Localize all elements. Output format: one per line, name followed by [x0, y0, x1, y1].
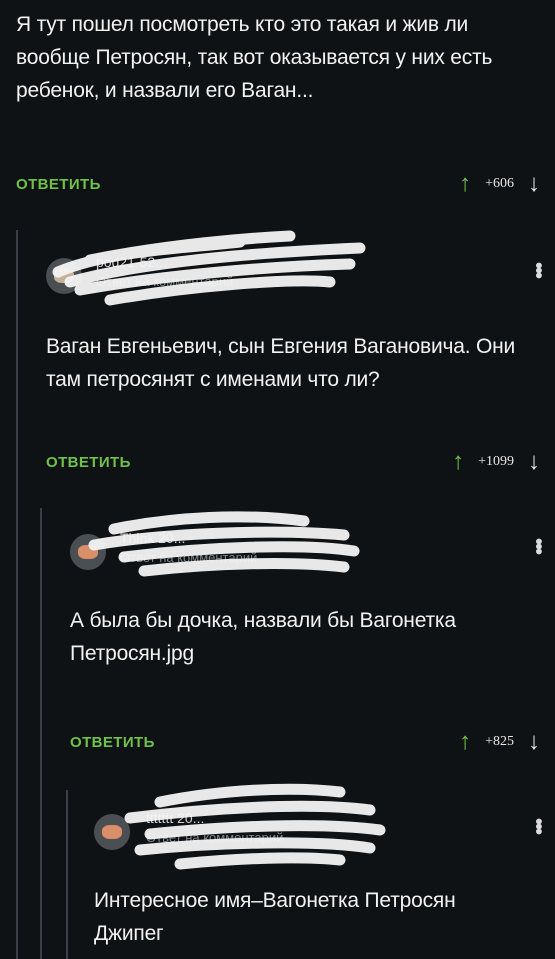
avatar-image: [78, 545, 98, 559]
comment-4-reply-hint[interactable]: Ответ на комментарий: [146, 830, 283, 845]
comment-1-actions: ОТВЕТИТЬ ↑ +606 ↓: [16, 172, 540, 196]
comment-1-text: Я тут пошел посмотреть кто это такая и ж…: [16, 13, 493, 102]
upvote-icon[interactable]: ↑: [459, 172, 471, 196]
thread-line-level-2: [40, 508, 42, 959]
comment-2-author[interactable]: pod21-52...: [96, 254, 167, 270]
downvote-icon[interactable]: ↓: [528, 450, 540, 474]
comment-1-votes: ↑ +606 ↓: [459, 172, 540, 196]
comment-3-votes: ↑ +825 ↓: [459, 730, 540, 754]
comment-2-author-block: pod21-52... Ответ на комментарий: [96, 254, 233, 289]
downvote-icon[interactable]: ↓: [528, 730, 540, 754]
avatar-image: [54, 269, 74, 283]
comment-2-rating: +1099: [478, 454, 514, 469]
avatar-image: [102, 825, 122, 839]
comment-3-author-block: Think 20... Ответ на комментарий: [120, 530, 257, 565]
thread-line-level-1: [16, 230, 18, 959]
comment-2-avatar[interactable]: [46, 258, 82, 294]
comment-1-rating: +606: [485, 176, 514, 191]
comment-4-author[interactable]: ttttttt 20...: [146, 810, 204, 826]
comment-4-more-icon[interactable]: •••: [527, 818, 549, 833]
comment-3-reply-button[interactable]: ОТВЕТИТЬ: [70, 734, 155, 751]
comment-2-actions: ОТВЕТИТЬ ↑ +1099 ↓: [46, 450, 540, 474]
comment-3-more-icon[interactable]: •••: [527, 538, 549, 553]
comment-3-text: А была бы дочка, назвали бы Вагонетка Пе…: [70, 609, 456, 665]
comment-2-reply-button[interactable]: ОТВЕТИТЬ: [46, 454, 131, 471]
comment-3-author[interactable]: Think 20...: [120, 530, 185, 546]
comment-3-reply-hint[interactable]: Ответ на комментарий: [120, 550, 257, 565]
upvote-icon[interactable]: ↑: [459, 730, 471, 754]
comment-1-reply-button[interactable]: ОТВЕТИТЬ: [16, 176, 101, 193]
comment-2-reply-hint[interactable]: Ответ на комментарий: [96, 274, 233, 289]
comment-4-avatar[interactable]: [94, 814, 130, 850]
comment-2-text: Ваган Евгеньевич, сын Евгения Вагановича…: [46, 335, 516, 391]
comment-2-votes: ↑ +1099 ↓: [452, 450, 540, 474]
upvote-icon[interactable]: ↑: [452, 450, 464, 474]
downvote-icon[interactable]: ↓: [528, 172, 540, 196]
comment-3-actions: ОТВЕТИТЬ ↑ +825 ↓: [70, 730, 540, 754]
comment-3-avatar[interactable]: [70, 534, 106, 570]
comment-3-rating: +825: [485, 734, 514, 749]
comment-4-author-block: ttttttt 20... Ответ на комментарий: [146, 810, 283, 845]
thread-line-level-3: [66, 790, 68, 959]
comment-4-text: Интересное имя–Вагонетка Петросян Джипег: [94, 889, 456, 945]
comment-2-more-icon[interactable]: •••: [527, 262, 549, 277]
